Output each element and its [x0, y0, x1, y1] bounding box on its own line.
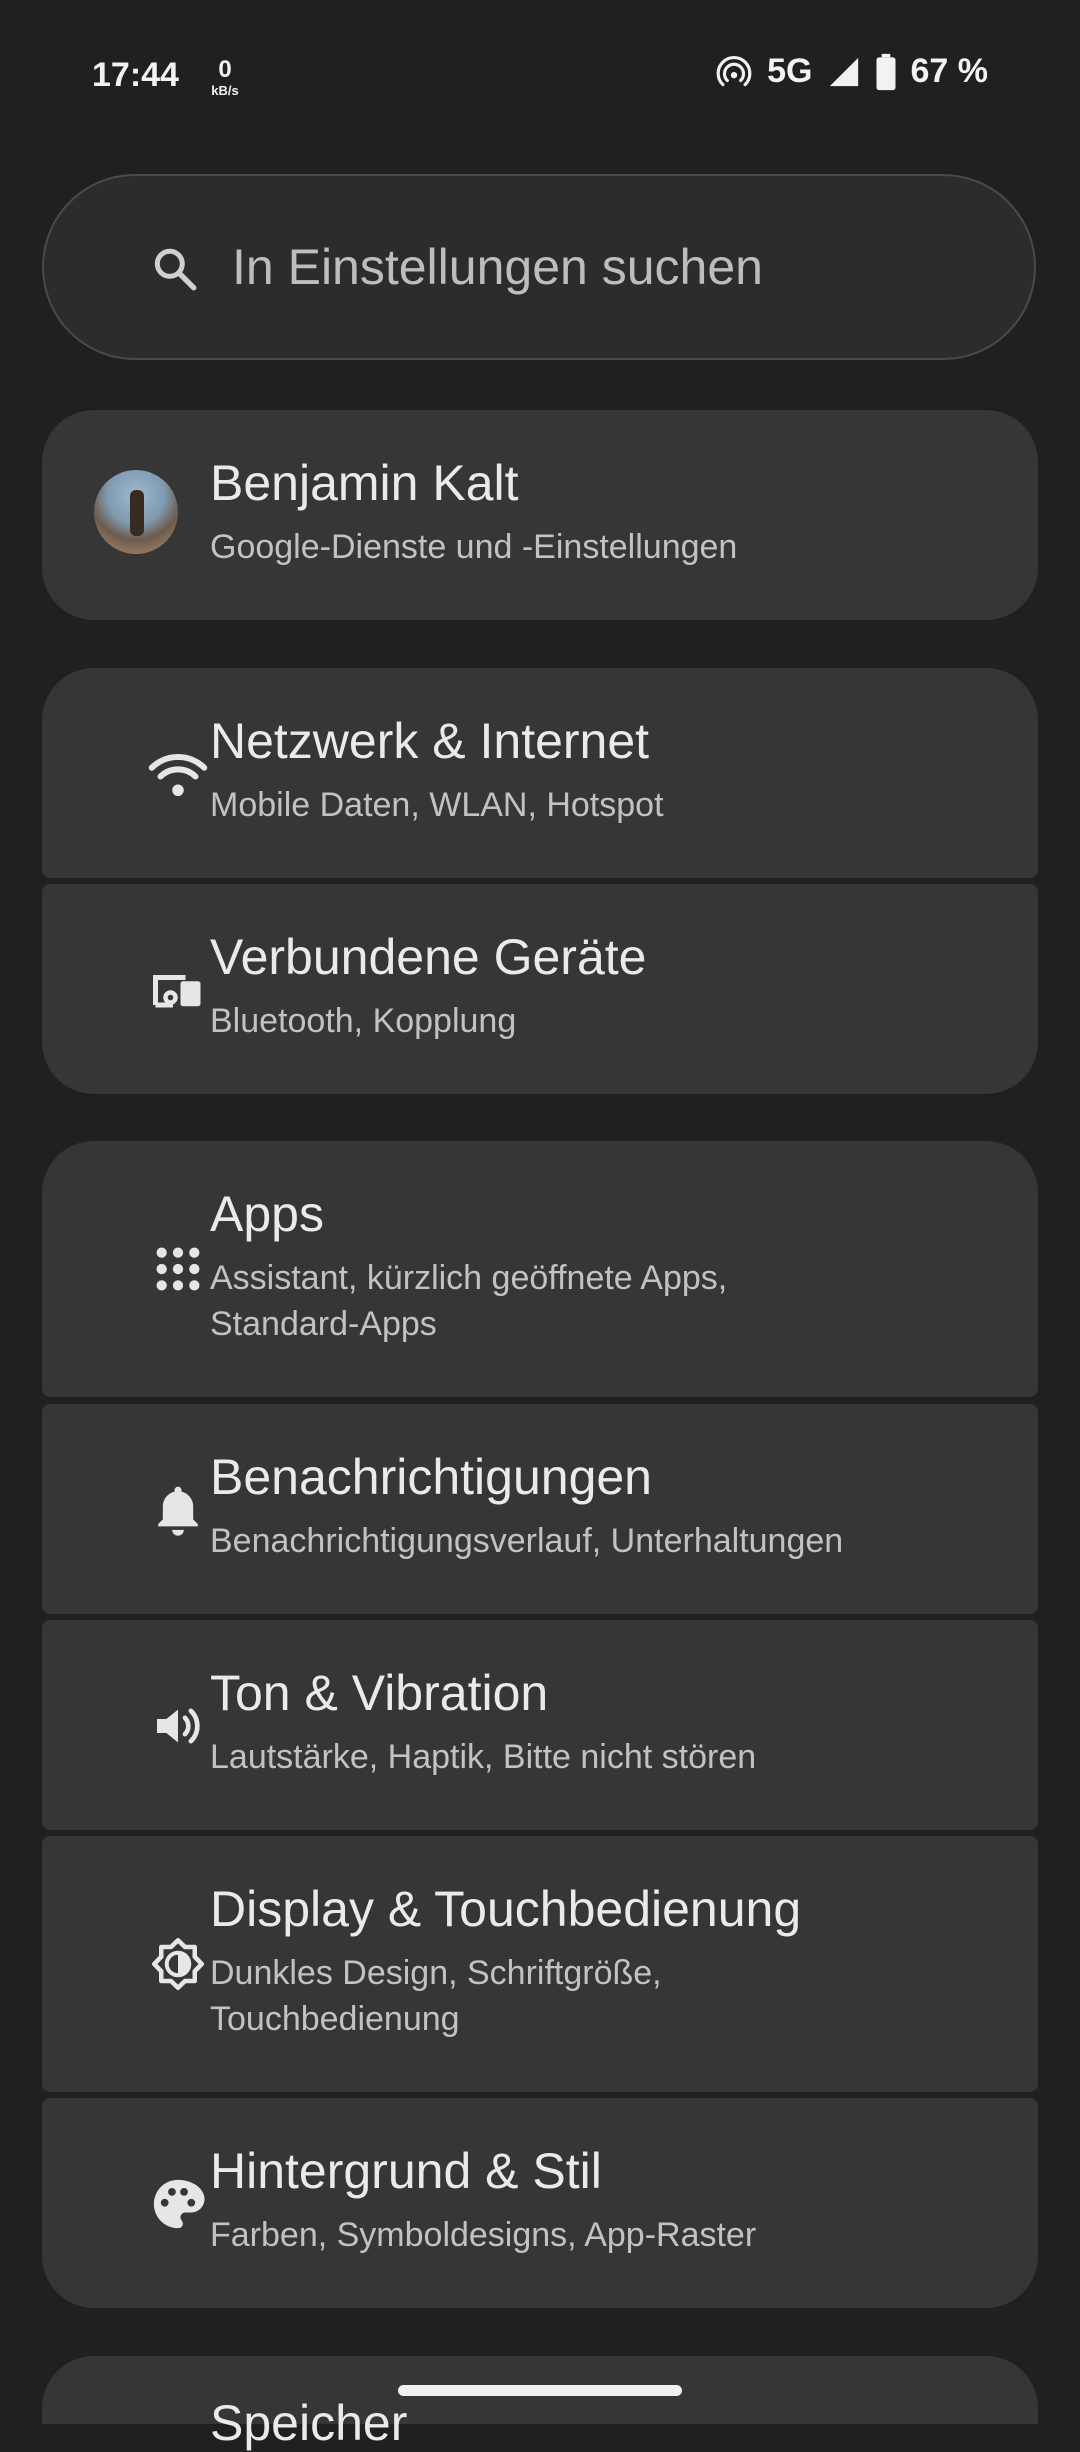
account-name: Benjamin Kalt	[210, 455, 519, 511]
settings-item-subtitle: Lautstärke, Haptik, Bitte nicht stören	[210, 1738, 757, 1776]
settings-item-title: Netzwerk & Internet	[210, 713, 650, 769]
network-speed: 0 kB/s	[208, 56, 242, 98]
settings-search-bar[interactable]: In Einstellungen suchen	[42, 174, 1036, 360]
settings-item-network[interactable]: Netzwerk & Internet Mobile Daten, WLAN, …	[42, 668, 1038, 878]
settings-item-title: Apps	[210, 1186, 324, 1242]
settings-item-title: Benachrichtigungen	[210, 1449, 652, 1505]
bell-icon	[146, 1478, 210, 1542]
settings-item-wallpaper-style[interactable]: Hintergrund & Stil Farben, Symboldesigns…	[42, 2098, 1038, 2308]
apps-grid-icon	[146, 1237, 210, 1301]
settings-item-sound[interactable]: Ton & Vibration Lautstärke, Haptik, Bitt…	[42, 1620, 1038, 1830]
settings-item-subtitle: Assistant, kürzlich geöffnete Apps, Stan…	[210, 1259, 728, 1343]
network-type: 5G	[767, 52, 813, 90]
network-speed-value: 0	[218, 56, 232, 83]
settings-item-subtitle: Benachrichtigungsverlauf, Unterhaltungen	[210, 1522, 844, 1560]
signal-icon	[827, 55, 861, 89]
volume-icon	[146, 1694, 210, 1758]
search-placeholder: In Einstellungen suchen	[232, 239, 763, 295]
settings-item-title: Speicher	[210, 2395, 408, 2451]
settings-item-title: Ton & Vibration	[210, 1665, 549, 1721]
settings-item-subtitle: Mobile Daten, WLAN, Hotspot	[210, 786, 664, 824]
status-bar: 17:44 0 kB/s 5G 67 %	[0, 0, 1080, 140]
connected-devices-icon	[146, 958, 210, 1022]
battery-icon	[875, 53, 897, 91]
search-icon	[150, 244, 200, 299]
settings-item-subtitle: Farben, Symboldesigns, App-Raster	[210, 2216, 757, 2254]
battery-percent: 67 %	[910, 52, 989, 90]
settings-item-connected-devices[interactable]: Verbundene Geräte Bluetooth, Kopplung	[42, 884, 1038, 1094]
settings-item-notifications[interactable]: Benachrichtigungen Benachrichtigungsverl…	[42, 1404, 1038, 1614]
settings-item-apps[interactable]: Apps Assistant, kürzlich geöffnete Apps,…	[42, 1141, 1038, 1397]
palette-icon	[146, 2172, 210, 2236]
wifi-icon	[146, 742, 210, 806]
hotspot-icon	[715, 53, 753, 91]
status-time: 17:44	[92, 56, 179, 94]
settings-item-subtitle: Dunkles Design, Schriftgröße, Touchbedie…	[210, 1954, 662, 2038]
network-speed-unit: kB/s	[211, 83, 239, 98]
settings-item-display[interactable]: Display & Touchbedienung Dunkles Design,…	[42, 1836, 1038, 2092]
brightness-icon	[146, 1932, 210, 1996]
avatar	[94, 470, 178, 554]
settings-item-title: Display & Touchbedienung	[210, 1881, 802, 1937]
account-subtitle: Google-Dienste und -Einstellungen	[210, 528, 738, 566]
settings-item-title: Hintergrund & Stil	[210, 2143, 602, 2199]
settings-item-subtitle: Bluetooth, Kopplung	[210, 1002, 517, 1040]
status-icons: 5G 67 %	[715, 52, 988, 91]
account-card[interactable]: Benjamin Kalt Google-Dienste und -Einste…	[42, 410, 1038, 620]
settings-item-title: Verbundene Geräte	[210, 929, 647, 985]
gesture-navigation-handle[interactable]	[398, 2385, 682, 2396]
